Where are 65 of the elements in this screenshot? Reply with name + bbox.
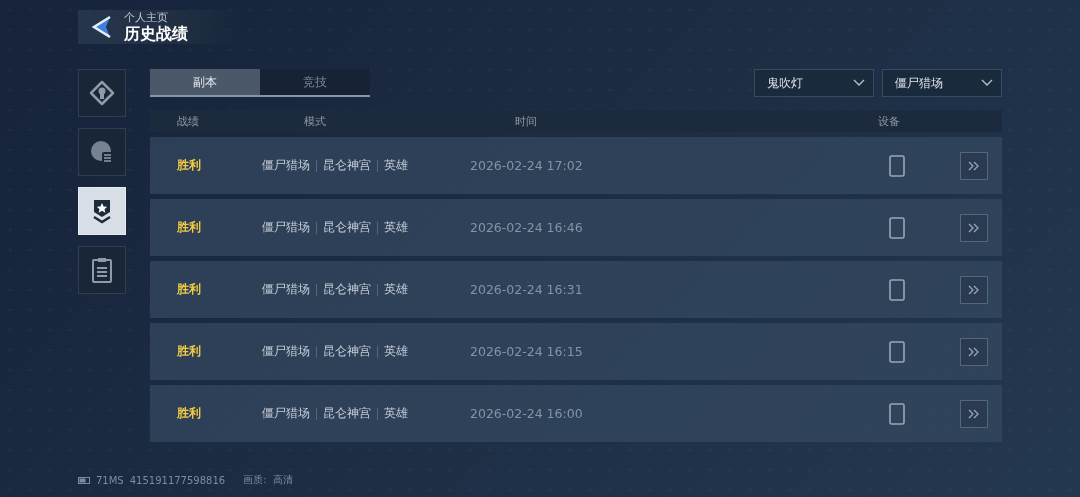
double-chevron-icon <box>968 160 980 171</box>
sidebar-tab[interactable] <box>78 246 126 294</box>
mode-text: 僵尸猎场 <box>262 220 310 235</box>
match-row[interactable]: 胜利 僵尸猎场 昆仑神宫 英雄 2026-02-24 16:31 <box>150 261 1002 318</box>
match-row[interactable]: 胜利 僵尸猎场 昆仑神宫 英雄 2026-02-24 16:00 <box>150 385 1002 442</box>
column-header: 模式 <box>303 113 327 129</box>
phone-icon <box>889 216 905 239</box>
filter-dropdown[interactable]: 僵尸猎场 <box>882 69 1002 97</box>
detail-button[interactable] <box>960 213 988 242</box>
result-text: 胜利 <box>177 281 202 298</box>
double-chevron-icon <box>968 408 980 419</box>
quality-text: 高清 <box>272 473 293 487</box>
chevron-down-icon <box>853 79 865 87</box>
time-text: 2026-02-24 16:31 <box>469 282 584 297</box>
page-title: 历史战绩 <box>124 24 188 43</box>
phone-icon <box>889 278 905 301</box>
result-text: 胜利 <box>177 405 202 422</box>
match-row[interactable]: 胜利 僵尸猎场 昆仑神宫 英雄 2026-02-24 16:46 <box>150 199 1002 256</box>
match-row[interactable]: 胜利 僵尸猎场 昆仑神宫 英雄 2026-02-24 17:02 <box>150 137 1002 194</box>
column-header: 设备 <box>877 113 901 129</box>
double-chevron-icon <box>968 222 980 233</box>
time-text: 2026-02-24 17:02 <box>469 158 584 173</box>
mode-text: 昆仑神宫 <box>323 282 371 297</box>
badge-icon <box>88 79 116 107</box>
match-row[interactable]: 胜利 僵尸猎场 昆仑神宫 英雄 2026-02-24 16:15 <box>150 323 1002 380</box>
tab[interactable]: 副本 <box>150 69 260 95</box>
phone-icon <box>889 340 905 363</box>
breadcrumb-text: 个人主页 <box>124 11 169 24</box>
mode-text: 僵尸猎场 <box>262 406 310 421</box>
mode-text: 昆仑神宫 <box>323 344 371 359</box>
time-text: 2026-02-24 16:15 <box>469 344 584 359</box>
mode-text: 英雄 <box>384 282 408 297</box>
mode-text: 英雄 <box>384 344 408 359</box>
double-chevron-icon <box>968 284 980 295</box>
result-text: 胜利 <box>177 343 202 360</box>
uid-text: 415191177598816 <box>129 474 226 486</box>
mode-text: 英雄 <box>384 220 408 235</box>
quality-label: 画质: <box>243 473 267 487</box>
detail-button[interactable] <box>960 275 988 304</box>
tab[interactable]: 竞技 <box>260 69 370 95</box>
ping-text: 71MS <box>96 474 124 486</box>
battery-icon <box>78 476 90 484</box>
chevron-down-icon <box>981 79 993 87</box>
sidebar-tab[interactable] <box>78 69 126 117</box>
mode-text: 僵尸猎场 <box>262 344 310 359</box>
double-chevron-icon <box>968 346 980 357</box>
result-text: 胜利 <box>177 219 202 236</box>
mode-text: 昆仑神宫 <box>323 220 371 235</box>
column-header: 时间 <box>514 113 538 129</box>
mode-text: 僵尸猎场 <box>262 282 310 297</box>
mode-text: 僵尸猎场 <box>262 158 310 173</box>
filter-dropdown[interactable]: 鬼吹灯 <box>754 69 874 97</box>
phone-icon <box>889 154 905 177</box>
detail-button[interactable] <box>960 337 988 366</box>
mode-text: 英雄 <box>384 158 408 173</box>
mode-text: 昆仑神宫 <box>323 158 371 173</box>
column-header: 战绩 <box>176 113 200 129</box>
mode-text: 英雄 <box>384 406 408 421</box>
time-text: 2026-02-24 16:00 <box>469 406 584 421</box>
time-text: 2026-02-24 16:46 <box>469 220 584 235</box>
mode-text: 昆仑神宫 <box>323 406 371 421</box>
detail-button[interactable] <box>960 399 988 428</box>
detail-button[interactable] <box>960 151 988 180</box>
result-text: 胜利 <box>177 157 202 174</box>
phone-icon <box>889 402 905 425</box>
